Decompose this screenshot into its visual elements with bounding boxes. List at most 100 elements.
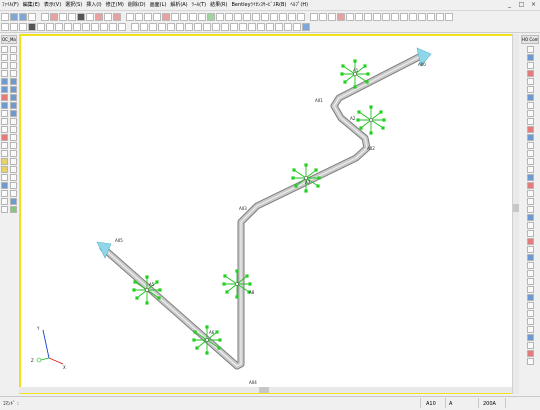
wind-icon[interactable]	[288, 12, 296, 21]
zoom-in-tool-icon[interactable]	[1, 46, 8, 53]
piping-model-view[interactable]: A00 A01 A02 A03 A04 A05 A2 A1 A8 A7 A6 A5 X Y Z	[21, 36, 513, 392]
rotate-x-tool-icon[interactable]	[1, 102, 8, 109]
cube-tool-icon[interactable]	[1, 142, 8, 149]
rotate-tool-icon[interactable]	[10, 62, 17, 69]
rt-filter-icon[interactable]	[526, 342, 534, 349]
report-icon[interactable]	[328, 12, 336, 21]
menu-file[interactable]: ﾌｧｲﾙ(F)	[0, 0, 21, 10]
filter-icon[interactable]	[400, 12, 408, 21]
rt-valve-icon[interactable]	[526, 102, 534, 109]
reducer-icon[interactable]	[180, 12, 188, 21]
view-front-icon[interactable]	[248, 23, 256, 31]
left-panel-tab[interactable]: OC_Main	[1, 35, 17, 44]
rt-combo-icon[interactable]	[526, 262, 534, 269]
ortho-icon[interactable]	[100, 23, 108, 31]
fit-tool-icon[interactable]	[1, 206, 8, 213]
element-icon[interactable]	[10, 23, 18, 31]
pen-icon[interactable]	[275, 23, 283, 31]
guide-icon[interactable]	[225, 12, 233, 21]
tag-icon[interactable]	[293, 23, 301, 31]
rt-reducer-icon[interactable]	[526, 126, 534, 133]
attach-icon[interactable]	[257, 23, 265, 31]
label-icon[interactable]	[409, 12, 417, 21]
rt-bend-icon[interactable]	[526, 94, 534, 101]
cycle-tool-icon[interactable]	[1, 110, 8, 117]
zoom-out-tool-icon[interactable]	[10, 46, 17, 53]
stress-icon[interactable]	[337, 12, 345, 21]
arrow-down-icon[interactable]	[158, 23, 166, 31]
anchor-icon[interactable]	[216, 12, 224, 21]
rt-flange-icon[interactable]	[526, 110, 534, 117]
rt-weight-icon[interactable]	[526, 230, 534, 237]
restraint-tool-icon[interactable]	[1, 94, 8, 101]
folder-tool-icon[interactable]	[1, 166, 8, 173]
flange-icon[interactable]	[171, 12, 179, 21]
rt-hanger-icon[interactable]	[526, 158, 534, 165]
grid-snap-icon[interactable]	[91, 23, 99, 31]
menu-screen[interactable]: 画面(L)	[148, 0, 169, 10]
box-tool-icon[interactable]	[10, 118, 17, 125]
import-icon[interactable]	[436, 12, 444, 21]
menu-modify[interactable]: 修正(M)	[104, 0, 126, 10]
rotate-icon[interactable]	[194, 23, 202, 31]
new-file-icon[interactable]	[1, 12, 9, 21]
pin-tool-icon[interactable]	[10, 174, 17, 181]
table-tool-icon[interactable]	[10, 134, 17, 141]
edit-icon[interactable]	[266, 23, 274, 31]
last-icon[interactable]	[176, 23, 184, 31]
pan-icon[interactable]	[185, 23, 193, 31]
open-file-icon[interactable]	[10, 12, 18, 21]
select-icon[interactable]	[59, 12, 67, 21]
rt-export-icon[interactable]	[526, 310, 534, 317]
rt-print-icon[interactable]	[526, 302, 534, 309]
spring-icon[interactable]	[207, 12, 215, 21]
rt-import-icon[interactable]	[526, 318, 534, 325]
zoom-window-tool-icon[interactable]	[1, 54, 8, 61]
line-tool-icon[interactable]	[1, 118, 8, 125]
menu-select[interactable]: 選択(S)	[63, 0, 84, 10]
rt-spring-icon[interactable]	[526, 150, 534, 157]
view-iso-icon[interactable]	[230, 23, 238, 31]
stack-tool-icon[interactable]	[10, 150, 17, 157]
wire-icon[interactable]	[37, 23, 45, 31]
right-panel-tab[interactable]: HO Compo	[521, 35, 539, 44]
tee-icon[interactable]	[189, 12, 197, 21]
arrow-up-icon[interactable]	[149, 23, 157, 31]
zoom-in-icon[interactable]	[203, 23, 211, 31]
weight-icon[interactable]	[279, 12, 287, 21]
redo-icon[interactable]	[135, 12, 143, 21]
vertical-scrollbar[interactable]	[512, 34, 519, 394]
frame-tool-icon[interactable]	[10, 142, 17, 149]
rt-nozzle-icon[interactable]	[526, 174, 534, 181]
diagonal-tool-icon[interactable]	[1, 126, 8, 133]
horizontal-scroll-thumb[interactable]	[259, 387, 269, 393]
list-icon[interactable]	[19, 23, 27, 31]
arrow-left-icon[interactable]	[131, 23, 139, 31]
displacement-icon[interactable]	[261, 12, 269, 21]
rt-force-icon[interactable]	[526, 190, 534, 197]
menu-view[interactable]: 表示(V)	[42, 0, 63, 10]
lock-icon[interactable]	[73, 23, 81, 31]
download-icon[interactable]	[302, 23, 310, 31]
shade-icon[interactable]	[55, 23, 63, 31]
rt-press-icon[interactable]	[526, 222, 534, 229]
close-button[interactable]: ×	[529, 1, 538, 9]
wifi-tool-icon[interactable]	[10, 182, 17, 189]
print-icon[interactable]	[28, 12, 36, 21]
rt-result-icon[interactable]	[526, 278, 534, 285]
first-icon[interactable]	[167, 23, 175, 31]
brush-tool-icon[interactable]	[1, 134, 8, 141]
rt-run-icon[interactable]	[526, 270, 534, 277]
rt-layer-icon[interactable]	[526, 334, 534, 341]
export-icon[interactable]	[427, 12, 435, 21]
rt-anchor-icon[interactable]	[526, 134, 534, 141]
nozzle-icon[interactable]	[243, 12, 251, 21]
rt-delete-icon[interactable]	[526, 78, 534, 85]
menu-delete[interactable]: 削除(D)	[126, 0, 148, 10]
horizontal-scrollbar[interactable]	[19, 387, 512, 393]
rt-select-icon[interactable]	[526, 54, 534, 61]
analyze-icon[interactable]	[310, 12, 318, 21]
rt-option-icon[interactable]	[526, 326, 534, 333]
side-view-tool-icon[interactable]	[10, 78, 17, 85]
ok-tool-icon[interactable]	[10, 206, 17, 213]
